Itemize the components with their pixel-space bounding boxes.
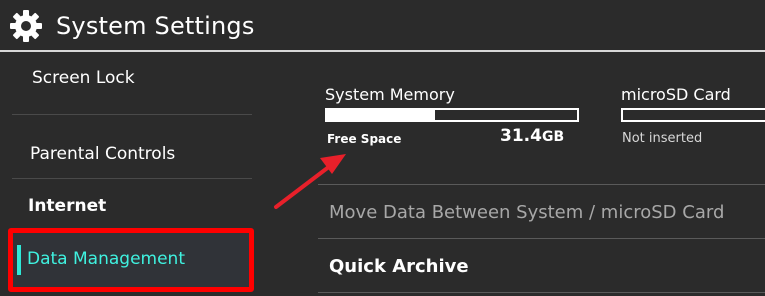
panel-divider bbox=[318, 184, 765, 185]
microsd-usage-bar bbox=[621, 108, 765, 122]
system-memory-usage-fill bbox=[327, 110, 435, 120]
page-title: System Settings bbox=[56, 12, 255, 40]
microsd-status: Not inserted bbox=[622, 131, 703, 146]
free-space-value: 31.4GB bbox=[500, 124, 564, 149]
sidebar-item-label: Data Management bbox=[27, 249, 185, 269]
quick-archive-button[interactable]: Quick Archive bbox=[329, 254, 469, 280]
gear-icon bbox=[10, 10, 42, 42]
header: System Settings bbox=[0, 0, 765, 50]
microsd-card-title: microSD Card bbox=[621, 85, 731, 104]
free-space-label: Free Space bbox=[327, 132, 402, 146]
free-space-unit: GB bbox=[541, 129, 565, 145]
free-space-number: 31.4 bbox=[500, 126, 542, 146]
sidebar-item-internet[interactable]: Internet bbox=[28, 194, 106, 218]
data-management-panel: System Memory Free Space 31.4GB microSD … bbox=[272, 52, 765, 296]
panel-divider bbox=[318, 238, 765, 239]
system-memory-title: System Memory bbox=[325, 85, 455, 104]
selection-indicator bbox=[17, 245, 21, 275]
panel-divider bbox=[318, 292, 765, 293]
sidebar-item-data-management[interactable]: Data Management bbox=[8, 228, 254, 292]
sidebar-item-screen-lock[interactable]: Screen Lock bbox=[32, 66, 135, 90]
sidebar-divider bbox=[12, 114, 252, 115]
sidebar-item-parental-controls[interactable]: Parental Controls bbox=[30, 142, 175, 166]
sidebar-divider bbox=[12, 178, 252, 179]
move-data-button[interactable]: Move Data Between System / microSD Card bbox=[329, 200, 724, 226]
sidebar: Screen Lock Parental Controls Internet D… bbox=[0, 52, 272, 296]
system-memory-usage-bar bbox=[325, 108, 579, 122]
system-settings-screen: System Settings Screen Lock Parental Con… bbox=[0, 0, 765, 296]
